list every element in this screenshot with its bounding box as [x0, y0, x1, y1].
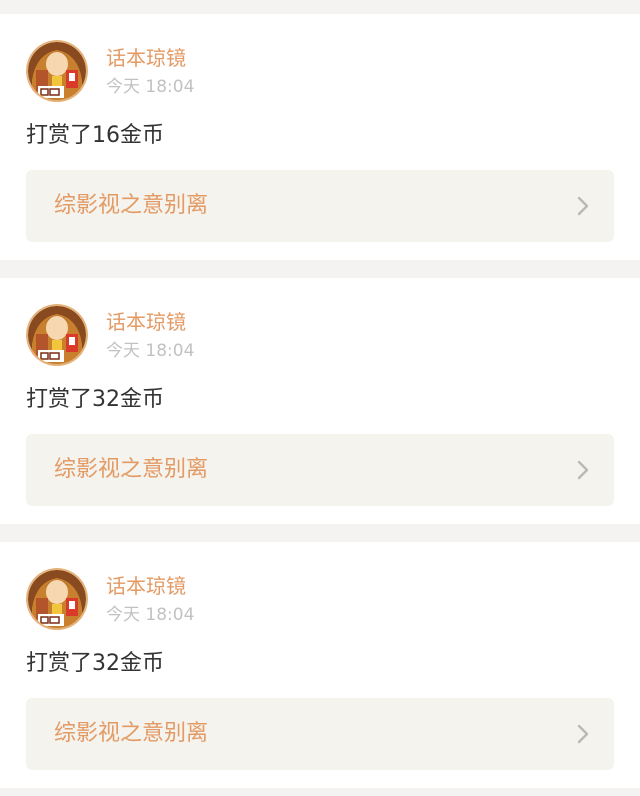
timestamp: 今天 18:04 — [106, 77, 195, 97]
user-avatar-icon[interactable] — [26, 40, 88, 102]
chevron-right-icon — [577, 724, 589, 744]
book-title: 综影视之意别离 — [54, 193, 209, 218]
book-title: 综影视之意别离 — [54, 721, 209, 746]
book-link[interactable]: 综影视之意别离 — [26, 698, 614, 770]
reward-message: 打赏了16金币 — [26, 123, 164, 148]
timestamp: 今天 18:04 — [106, 341, 195, 361]
username[interactable]: 话本琼镜 — [106, 573, 186, 599]
username[interactable]: 话本琼镜 — [106, 309, 186, 335]
reward-message: 打赏了32金币 — [26, 387, 164, 412]
feed-card: 话本琼镜 今天 18:04 打赏了32金币 综影视之意别离 — [0, 278, 640, 524]
reward-feed: 话本琼镜 今天 18:04 打赏了16金币 综影视之意别离 话本琼镜 今天 18… — [0, 0, 640, 796]
user-avatar-icon[interactable] — [26, 304, 88, 366]
chevron-right-icon — [577, 196, 589, 216]
chevron-right-icon — [577, 460, 589, 480]
username[interactable]: 话本琼镜 — [106, 45, 186, 71]
book-title: 综影视之意别离 — [54, 457, 209, 482]
feed-card: 话本琼镜 今天 18:04 打赏了32金币 综影视之意别离 — [0, 542, 640, 788]
user-avatar-icon[interactable] — [26, 568, 88, 630]
book-link[interactable]: 综影视之意别离 — [26, 170, 614, 242]
timestamp: 今天 18:04 — [106, 605, 195, 625]
reward-message: 打赏了32金币 — [26, 651, 164, 676]
feed-card: 话本琼镜 今天 18:04 打赏了16金币 综影视之意别离 — [0, 14, 640, 260]
book-link[interactable]: 综影视之意别离 — [26, 434, 614, 506]
